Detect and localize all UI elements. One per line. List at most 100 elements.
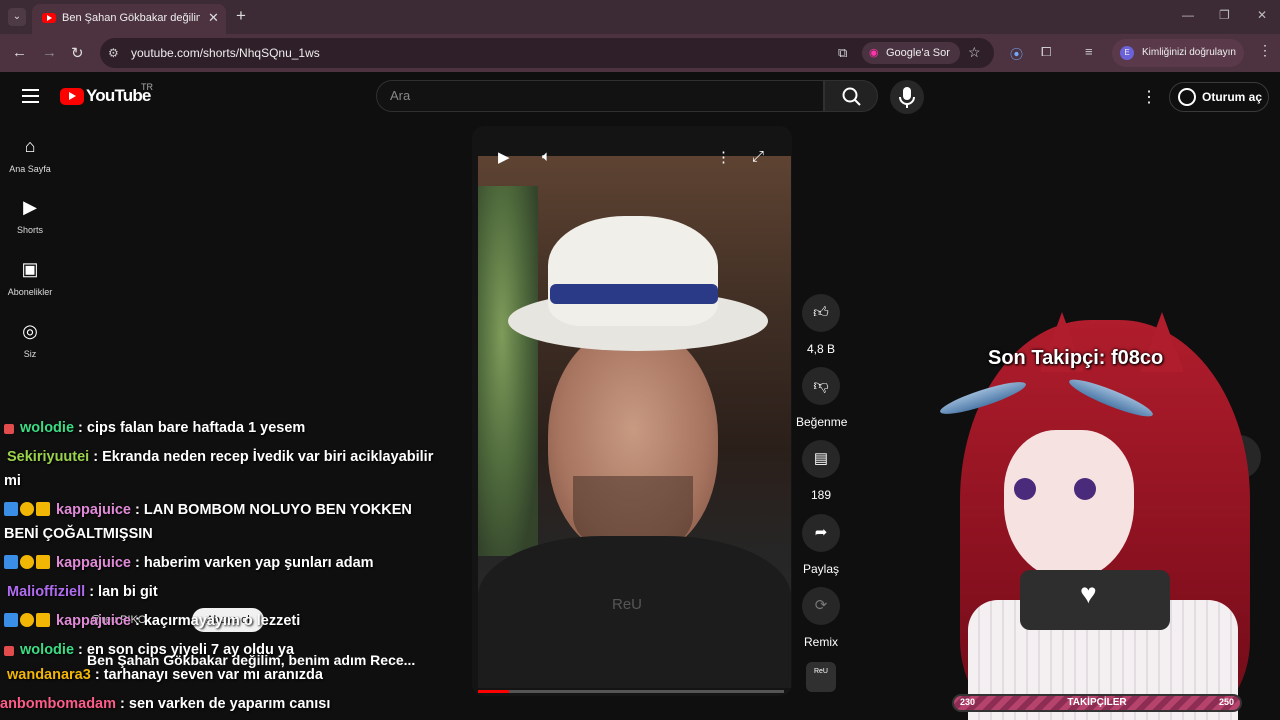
sidebar-item-you[interactable]: ◎ Siz xyxy=(0,321,60,359)
google-ask-label: Google'a Sor xyxy=(886,47,950,59)
extension-icon[interactable]: ⦿ xyxy=(1010,44,1023,63)
settings-more-icon[interactable]: ⋮ xyxy=(1141,87,1157,107)
more-options-icon[interactable]: ⋮ xyxy=(716,148,731,166)
browser-tab-strip: ⌄ Ben Şahan Gökbakar değilim, b ✕ + — ❐ … xyxy=(0,0,1280,34)
short-title[interactable]: Ben Şahan Gökbakar değilim, benim adım R… xyxy=(87,652,415,668)
google-ask-button[interactable]: ◉ Google'a Sor xyxy=(862,42,960,64)
share-icon[interactable]: ➦ xyxy=(802,514,840,552)
search-icon xyxy=(842,87,861,106)
country-code: TR xyxy=(141,82,153,92)
sidebar-item-label: Ana Sayfa xyxy=(9,164,51,174)
media-controls-icon[interactable]: ≡ xyxy=(1085,44,1093,59)
back-icon[interactable]: ← xyxy=(12,44,27,61)
sidebar-item-label: Shorts xyxy=(16,225,43,235)
shorts-player[interactable]: ReU ▶ 🔈︎ ⋮ ⤢ xyxy=(472,126,792,696)
profile-avatar: E xyxy=(1120,46,1134,60)
chat-message: Sekiriyuutei : Ekranda neden recep İvedi… xyxy=(7,443,433,472)
chat-text: : sen varken de yaparım canısı xyxy=(120,696,331,712)
video-hat-band xyxy=(550,284,718,304)
minimize-icon[interactable]: — xyxy=(1182,8,1194,22)
tab-title: Ben Şahan Gökbakar değilim, b xyxy=(62,12,200,24)
maximize-icon[interactable]: ❐ xyxy=(1219,8,1230,22)
dislike-action[interactable]: 👎︎ Beğenme xyxy=(796,367,848,429)
like-action[interactable]: 👍︎ 4,8 B xyxy=(796,294,846,356)
audio-thumbnail[interactable]: ReU xyxy=(806,662,836,692)
chat-message-continuation: mi xyxy=(4,473,21,489)
chat-badge-icon xyxy=(4,646,14,656)
tab-search-chevron-icon[interactable]: ⌄ xyxy=(8,8,26,26)
chat-text: : LAN BOMBOM NOLUYO BEN YOKKEN xyxy=(135,502,412,518)
bookmark-star-icon[interactable]: ☆ xyxy=(968,44,981,61)
site-info-icon[interactable]: ⚙ xyxy=(108,46,119,60)
chat-username: anbombomadam xyxy=(0,696,117,712)
video-frame[interactable]: ReU xyxy=(478,156,791,688)
chat-message: Malioffiziell : lan bi git xyxy=(7,578,158,607)
share-action[interactable]: ➦ Paylaş xyxy=(796,514,846,576)
chat-username: wandanara3 xyxy=(7,667,91,683)
progress-bar[interactable] xyxy=(478,690,784,693)
sign-in-button[interactable]: Oturum aç xyxy=(1169,82,1269,112)
heart-icon: ♥ xyxy=(1080,578,1097,609)
verify-label: Kimliğinizi doğrulayın xyxy=(1142,47,1236,58)
sidebar-item-label: Abonelikler xyxy=(7,287,53,297)
voice-search-button[interactable] xyxy=(890,80,924,114)
sub-badge-icon xyxy=(36,613,50,627)
new-tab-icon[interactable]: + xyxy=(236,6,246,26)
chat-text: : Ekranda neden recep İvedik var biri ac… xyxy=(93,449,434,465)
search-button[interactable] xyxy=(824,80,878,112)
remix-icon[interactable]: ⟳ xyxy=(802,587,840,625)
youtube-header: YouTube TR Ara ⋮ Oturum aç xyxy=(0,72,1280,122)
follower-goal-bar: 230 TAKİPÇİLER 250 xyxy=(952,694,1242,712)
home-icon: ⌂ xyxy=(24,136,36,156)
like-count: 4,8 B xyxy=(806,342,836,356)
close-window-icon[interactable]: ✕ xyxy=(1257,8,1267,22)
account-icon: ◎ xyxy=(22,321,38,341)
vtuber-avatar-face xyxy=(1004,430,1134,580)
chat-username: kappajuice xyxy=(56,555,131,571)
chat-username: wolodie xyxy=(20,642,75,658)
vip-badge-icon xyxy=(20,502,34,516)
install-app-icon[interactable]: ⧉ xyxy=(838,45,847,61)
chat-text: : kaçırmayayım o lezzeti xyxy=(135,613,301,629)
like-icon[interactable]: 👍︎ xyxy=(802,294,840,332)
comment-count: 189 xyxy=(810,488,832,502)
chat-username: kappajuice xyxy=(56,613,131,629)
sidebar-item-home[interactable]: ⌂ Ana Sayfa xyxy=(0,136,60,174)
remix-action[interactable]: ⟳ Remix xyxy=(796,587,846,649)
prime-badge-icon xyxy=(4,613,18,627)
browser-menu-icon[interactable]: ⋮ xyxy=(1258,42,1272,59)
follower-goal-label: TAKİPÇİLER xyxy=(1067,697,1127,708)
comments-action[interactable]: ▤ 189 xyxy=(796,440,846,502)
extensions-puzzle-icon[interactable]: ⧠ xyxy=(1041,44,1051,60)
play-icon[interactable]: ▶ xyxy=(498,148,510,166)
sidebar-item-shorts[interactable]: ▶ Shorts xyxy=(0,197,60,235)
chat-username: wolodie xyxy=(20,420,75,436)
remix-label: Remix xyxy=(803,635,838,649)
last-follower-text: Son Takipçi: f08co xyxy=(988,347,1164,369)
prime-badge-icon xyxy=(4,502,18,516)
dislike-label: Beğenme xyxy=(796,415,848,429)
lens-icon: ◉ xyxy=(869,47,879,59)
account-circle-icon xyxy=(1178,88,1196,106)
close-tab-icon[interactable]: ✕ xyxy=(208,10,219,26)
dislike-icon[interactable]: 👎︎ xyxy=(802,367,840,405)
vip-badge-icon xyxy=(20,613,34,627)
chat-text: : lan bi git xyxy=(89,584,158,600)
vtuber-right-eye xyxy=(1074,478,1096,500)
shorts-icon: ▶ xyxy=(23,197,37,217)
verify-identity-button[interactable]: E Kimliğinizi doğrulayın xyxy=(1112,39,1244,67)
browser-tab[interactable]: Ben Şahan Gökbakar değilim, b ✕ xyxy=(32,4,226,34)
search-input[interactable]: Ara xyxy=(376,80,824,112)
sidebar-item-subscriptions[interactable]: ▣ Abonelikler xyxy=(0,259,60,297)
volume-icon[interactable]: 🔈︎ xyxy=(542,148,551,165)
fullscreen-icon[interactable]: ⤢ xyxy=(752,148,764,165)
reload-icon[interactable]: ↻ xyxy=(71,44,84,62)
youtube-logo-icon[interactable] xyxy=(60,88,84,105)
menu-icon[interactable] xyxy=(22,89,39,103)
forward-icon[interactable]: → xyxy=(42,44,57,61)
comment-icon[interactable]: ▤ xyxy=(802,440,840,478)
browser-toolbar: ← → ↻ ⚙ youtube.com/shorts/NhqSQnu_1ws ⧉… xyxy=(0,34,1280,72)
sign-in-label: Oturum aç xyxy=(1202,90,1263,104)
progress-fill xyxy=(478,690,509,693)
address-bar[interactable]: ⚙ youtube.com/shorts/NhqSQnu_1ws ⧉ ◉ Goo… xyxy=(100,38,994,68)
